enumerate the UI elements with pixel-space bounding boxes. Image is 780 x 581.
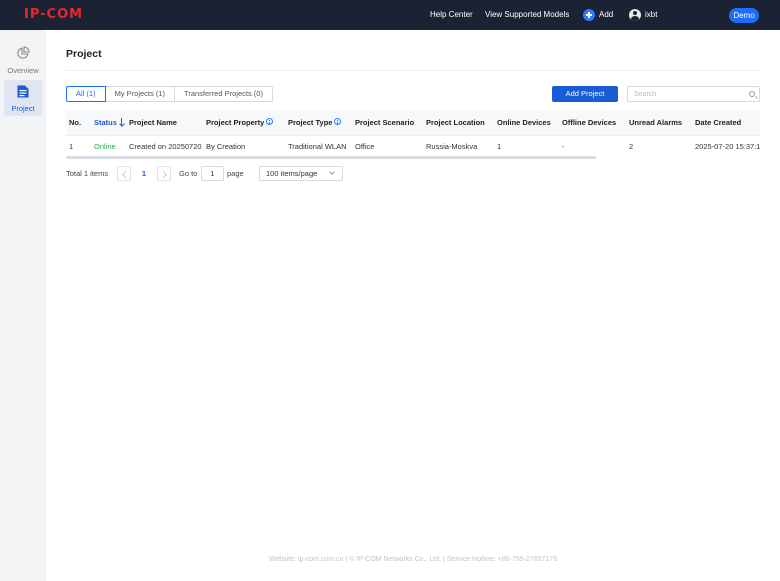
divider (66, 70, 760, 71)
col-no: No. (69, 110, 81, 136)
col-project-property: Project Property (206, 110, 274, 136)
cell-no: 1 (69, 142, 74, 151)
add-plus-icon[interactable] (583, 9, 595, 21)
items-per-page-value: 100 items/page (266, 169, 318, 178)
col-online-devices: Online Devices (497, 110, 551, 136)
tab-transferred-projects[interactable]: Transferred Projects (0) (174, 86, 273, 102)
add-project-button[interactable]: Add Project (552, 86, 618, 102)
chevron-down-icon (329, 169, 335, 175)
cell-online-devices: 1 (497, 142, 502, 151)
col-status[interactable]: Status (94, 110, 125, 136)
ip-com-logo[interactable]: IP-COM (24, 8, 83, 22)
column-label: Status (94, 118, 117, 127)
sidebar-item-project[interactable]: Project (4, 80, 42, 116)
column-label: Online Devices (497, 118, 551, 127)
prev-page-button[interactable] (117, 166, 131, 181)
items-per-page-select[interactable]: 100 items/page (259, 166, 343, 181)
sidebar-item-label: Project (11, 104, 35, 113)
cell-offline-devices: - (562, 142, 565, 151)
cell-project-name[interactable]: Created on 20250720 (129, 136, 202, 158)
col-project-name: Project Name (129, 110, 177, 136)
column-label: Offline Devices (562, 118, 617, 127)
col-date-created: Date Created (695, 110, 741, 136)
total-items-label: Total 1 items (66, 169, 109, 178)
document-icon (17, 85, 29, 98)
projects-table: No. Status Project Name Project Property… (66, 110, 760, 160)
sidebar-item-label: Overview (7, 66, 39, 75)
column-label: Project Name (129, 118, 177, 127)
username-label[interactable]: ixbt (645, 0, 657, 30)
search-box (627, 86, 760, 102)
tab-my-projects[interactable]: My Projects (1) (104, 86, 176, 102)
cell-project-property: By Creation (206, 142, 246, 151)
col-project-type: Project Type (288, 110, 342, 136)
column-label: Project Type (288, 118, 333, 127)
col-offline-devices: Offline Devices (562, 110, 616, 136)
column-label: Project Scenario (355, 118, 415, 127)
tab-all[interactable]: All (1) (66, 86, 106, 102)
demo-button[interactable]: Demo (729, 8, 759, 23)
sidebar-item-overview[interactable]: Overview (4, 42, 42, 78)
current-page[interactable]: 1 (137, 166, 151, 181)
cell-unread-alarms: 2 (629, 142, 634, 151)
col-project-scenario: Project Scenario (355, 110, 414, 136)
view-supported-models-link[interactable]: View Supported Models (485, 0, 569, 30)
cell-project-location: Russia-Moskva (426, 142, 478, 151)
table-row[interactable]: 1 Online Created on 20250720 By Creation… (66, 136, 760, 158)
page-title: Project (66, 48, 102, 60)
cell-project-type: Traditional WLAN (288, 142, 347, 151)
project-tabs: All (1) My Projects (1) Transferred Proj… (66, 86, 273, 102)
pie-chart-icon (17, 46, 30, 59)
column-label: Project Location (426, 118, 485, 127)
info-icon[interactable] (266, 118, 274, 125)
column-label: Date Created (695, 118, 742, 127)
horizontal-scrollbar[interactable] (66, 156, 596, 159)
add-link[interactable]: Add (599, 0, 613, 30)
help-center-link[interactable]: Help Center (430, 0, 473, 30)
cell-project-scenario: Office (355, 142, 375, 151)
table-header: No. Status Project Name Project Property… (66, 110, 760, 136)
cell-status: Online (94, 142, 116, 151)
column-label: Project Property (206, 118, 265, 127)
page-label: page (227, 169, 244, 178)
goto-label: Go to (179, 169, 198, 178)
info-icon[interactable] (334, 118, 342, 125)
column-label: Unread Alarms (629, 118, 683, 127)
footer: Website: ip-com.com.cn | © IP-COM Networ… (268, 556, 558, 563)
top-bar: IP-COM Help Center View Supported Models… (0, 0, 780, 30)
col-project-location: Project Location (426, 110, 485, 136)
sidebar: Overview Project (0, 30, 46, 581)
col-unread-alarms: Unread Alarms (629, 110, 682, 136)
cell-date-created: 2025-07-20 15:37:1 (695, 142, 760, 151)
search-input[interactable] (634, 89, 744, 100)
sort-arrow-down-icon[interactable] (119, 118, 125, 126)
column-label: No. (69, 118, 82, 127)
user-avatar-icon[interactable] (629, 9, 641, 21)
next-page-button[interactable] (157, 166, 171, 181)
search-icon[interactable] (749, 91, 755, 97)
goto-page-input[interactable] (201, 166, 224, 181)
